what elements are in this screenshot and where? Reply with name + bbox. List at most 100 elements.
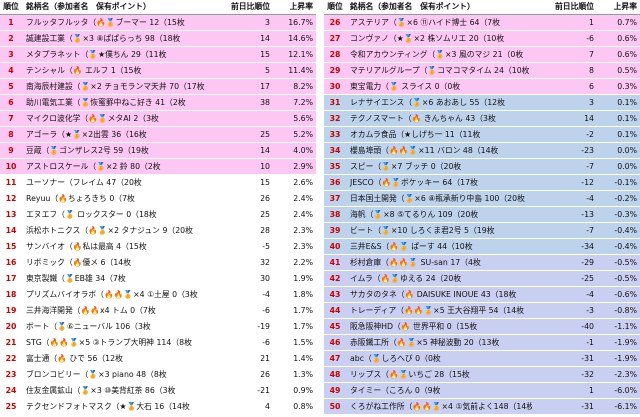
table-row: 13 エヌエフ（🏅 ロックスター 0（18枚 25 2.4%: [0, 207, 316, 223]
rank-cell: 35: [329, 162, 341, 171]
table-row: 46 赤阪鐵工所（🔥🏅×5 神秘波動 20（13枚 -1 -1.9%: [324, 335, 640, 351]
header-rank: 順位: [327, 2, 343, 11]
change-cell: -29: [581, 258, 594, 267]
table-row: 21 STG（🔥🔥🏅×5 ③トランプ大明神 114（8枚 -6 1.5%: [0, 335, 316, 351]
table-row: 45 阪急阪神HD（🔥 世界平和 0（15枚 -40 -1.1%: [324, 319, 640, 335]
rate-cell: 2.3%: [293, 242, 313, 251]
table-body-left: 1 フルッタフルッタ（🔥🏅ブーマー 12（15枚 3 16.7% 2 誠建設工業（🏅×3 …: [0, 15, 316, 415]
rate-cell: 0.5%: [617, 66, 637, 75]
name-cell: STG（🔥🔥🏅×5 ③トランプ大明神 114（8枚: [26, 338, 192, 347]
table-row: 2 誠建設工業（🏅×3 ⑧ぱぱらっち 98（18枚 14 14.6%: [0, 31, 316, 47]
rate-cell: 0.0%: [617, 162, 637, 171]
rank-cell: 9: [8, 146, 14, 155]
name-cell: アゴーラ（★🏅×2出雲 36（16枚: [26, 130, 147, 139]
rank-cell: 10: [5, 162, 17, 171]
rank-cell: 37: [329, 194, 341, 203]
rate-cell: 16.7%: [288, 18, 313, 27]
rank-cell: 26: [329, 18, 341, 27]
rank-cell: 16: [5, 258, 17, 267]
rank-cell: 34: [329, 146, 341, 155]
table-row: 32 テクノスマート（🔥 きんちゃん 43（3枚 14 0.1%: [324, 111, 640, 127]
name-cell: アステリア（🏅×6 ⑪ハイド博士 64（7枚: [350, 18, 501, 27]
name-cell: フルッタフルッタ（🔥🏅ブーマー 12（15枚: [26, 18, 185, 27]
change-cell: -1: [586, 338, 594, 347]
table-row: 9 豆蔵（🏅ゴンザレス2号 59（19枚 14 4.0%: [0, 143, 316, 159]
rate-cell: 1.4%: [293, 354, 313, 363]
rate-cell: 0.8%: [293, 402, 313, 411]
name-cell: エヌエフ（🏅 ロックスター 0（18枚: [26, 210, 157, 219]
table-row: 28 令和アカウンティング（🏅×3 風のマジ 21（0枚 7 0.6%: [324, 47, 640, 63]
rate-cell: 11.4%: [288, 66, 313, 75]
table-body-right: 26 アステリア（🏅×6 ⑪ハイド博士 64（7枚 1 0.7% 27 コンヴァノ（★🏅×…: [324, 15, 640, 415]
name-cell: マイクロ波化学（🔥🏅メタAI 2（3枚: [26, 114, 159, 123]
table-row: 22 富士通（🔥 ひで 56（12枚 21 1.4%: [0, 351, 316, 367]
rate-cell: -0.4%: [614, 242, 637, 251]
table-row: 26 アステリア（🏅×6 ⑪ハイド博士 64（7枚 1 0.7%: [324, 15, 640, 31]
table-row: 16 リボミック（🔥優メ 6（14枚 32 2.2%: [0, 255, 316, 271]
rank-cell: 31: [329, 98, 341, 107]
change-cell: 26: [260, 370, 270, 379]
rank-cell: 21: [5, 338, 17, 347]
rate-cell: -0.5%: [614, 258, 637, 267]
rate-cell: 5.2%: [293, 130, 313, 139]
rank-cell: 14: [5, 226, 17, 235]
name-cell: JESCO（🔥🏅ボケッキー 64（17枚: [350, 178, 478, 187]
rate-cell: 2.4%: [293, 210, 313, 219]
rank-cell: 7: [8, 114, 14, 123]
change-cell: 7: [589, 50, 594, 59]
table-row: 20 ボート（🏅⑥ニューバル 106（3枚 -19 1.7%: [0, 319, 316, 335]
change-cell: -19: [257, 322, 270, 331]
rank-cell: 1: [8, 18, 14, 27]
header-name: 銘柄名（参加者名 保有ポイント）: [350, 2, 475, 11]
rank-cell: 50: [329, 402, 341, 411]
table-row: 38 海帆（🏅×8 ⑤てるりん 109（20枚 -13 -0.3%: [324, 207, 640, 223]
table-row: 47 abc（🏅しろへび 0（0枚 -31 -1.9%: [324, 351, 640, 367]
rank-cell: 33: [329, 130, 341, 139]
rank-cell: 24: [5, 386, 17, 395]
name-cell: 日本国土開発（🏅×6 ⑧瓶承新り中島 100（20枚: [350, 194, 525, 203]
name-cell: テクセンドフォトマスク（★🏅大石 16（14枚: [26, 402, 190, 411]
change-cell: -25: [581, 274, 594, 283]
header-rank: 順位: [3, 2, 19, 11]
change-cell: -2: [586, 130, 594, 139]
rate-cell: 5.6%: [293, 114, 313, 123]
change-cell: -40: [581, 322, 594, 331]
table-row: 8 アゴーラ（★🏅×2出雲 36（16枚 25 5.2%: [0, 127, 316, 143]
rate-cell: 2.3%: [293, 226, 313, 235]
change-cell: 32: [260, 258, 270, 267]
change-cell: -23: [581, 146, 594, 155]
name-cell: テンシャル（🔥 エルフ 1（15枚: [26, 66, 142, 75]
name-cell: メタプラネット（🏅★僕ちん 29（11枚: [26, 50, 167, 59]
name-cell: マテリアルグループ（🏅コマコマタイム 24（10枚: [350, 66, 530, 75]
name-cell: abc（🏅しろへび 0（0枚: [350, 354, 441, 363]
name-cell: ユーソナー（フレイム 47（20枚: [26, 178, 142, 187]
rate-cell: 2.2%: [293, 258, 313, 267]
change-cell: [208, 111, 270, 126]
change-cell: -32: [581, 370, 594, 379]
rate-cell: 0.1%: [617, 114, 637, 123]
change-cell: -5: [262, 242, 270, 251]
name-cell: 三井E&S（🔥🏅 ぱーす 44（10枚: [350, 242, 473, 251]
rate-cell: 1.3%: [293, 370, 313, 379]
name-cell: トレーディア（🔥🔥🏅×5 王大谷翔平 54（14枚: [350, 306, 525, 315]
table-row: 19 三井海洋開発（🔥🔥x4 トム 0（7枚 -6 1.7%: [0, 303, 316, 319]
rate-cell: 0.6%: [617, 34, 637, 43]
name-cell: スピー（🏅×7 ブッチ 0（20枚: [350, 162, 462, 171]
rate-cell: -1.9%: [614, 354, 637, 363]
rate-cell: 0.3%: [617, 82, 637, 91]
table-row: 34 櫻島埠頭（🔥🔥🏅×11 バロン 48（14枚 -23 0.0%: [324, 143, 640, 159]
header-change: 前日比順位: [231, 2, 270, 11]
name-cell: 令和アカウンティング（🏅×3 風のマジ 21（0枚: [350, 50, 524, 59]
name-cell: 阪急阪神HD（🔥 世界平和 0（15枚: [350, 322, 478, 331]
rank-cell: 44: [329, 306, 341, 315]
rate-cell: 2.4%: [293, 194, 313, 203]
rank-cell: 4: [8, 66, 14, 75]
rank-cell: 20: [5, 322, 17, 331]
name-cell: 赤阪鐵工所（🔥🏅×5 神秘波動 20（13枚: [350, 338, 500, 347]
table-row: 10 アストロスケール（🏅×2 鈴 80（2枚 10 2.9%: [0, 159, 316, 175]
table-row: 43 サカタのタネ（🔥 DAISUKE INOUE 43（18枚 -4 -0.6%: [324, 287, 640, 303]
name-cell: テクノスマート（🔥 きんちゃん 43（3枚: [350, 114, 496, 123]
change-cell: -4: [262, 290, 270, 299]
rank-cell: 18: [5, 290, 17, 299]
change-cell: -6: [262, 338, 270, 347]
